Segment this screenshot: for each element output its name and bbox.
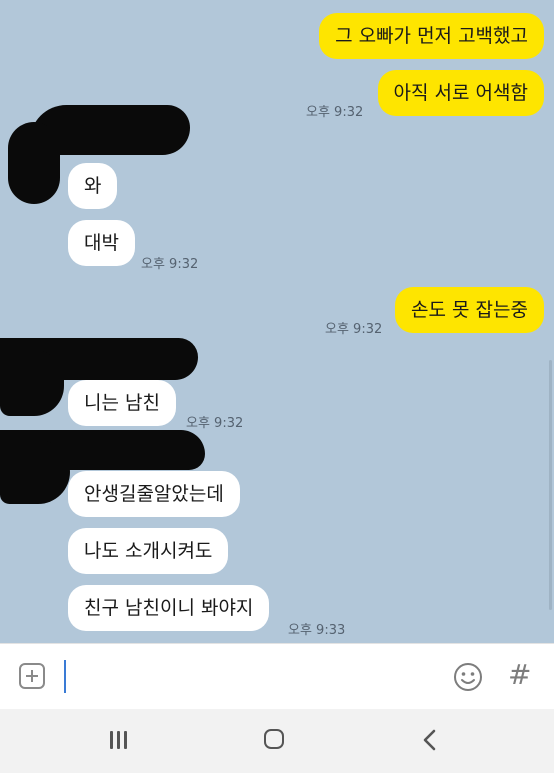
message-time: 오후 9:32 [306,105,364,120]
message-bubble-mine[interactable]: 아직 서로 어색함 [377,70,544,116]
plus-icon[interactable] [19,663,45,689]
back-icon[interactable] [420,728,442,752]
message-bubble-friend[interactable]: 나도 소개시켜도 [68,528,229,574]
text-cursor [64,660,66,693]
message-bubble-friend[interactable]: 니는 남친 [68,380,176,426]
message-bubble-friend[interactable]: 친구 남친이니 봐야지 [68,585,270,631]
message-bubble-friend[interactable]: 와 [68,163,118,209]
message-bubble-friend[interactable]: 대박 [68,220,135,266]
redacted-profile [8,122,60,204]
chat-area[interactable]: 그 오빠가 먼저 고백했고 아직 서로 어색함 오후 9:32 와 대박 오후 … [0,0,554,643]
message-time: 오후 9:32 [325,322,383,337]
message-bubble-mine[interactable]: 그 오빠가 먼저 고백했고 [319,13,544,59]
message-time: 오후 9:32 [186,416,244,431]
android-nav-bar [0,709,554,773]
redacted-profile [0,440,70,504]
message-bubble-friend[interactable]: 안생길줄알았는데 [68,471,240,517]
home-icon[interactable] [264,729,284,749]
emoji-icon[interactable] [453,662,483,692]
message-time: 오후 9:32 [141,257,199,272]
message-bubble-mine[interactable]: 손도 못 잡는중 [395,287,544,333]
hash-icon[interactable]: # [508,658,531,691]
scrollbar[interactable] [549,360,552,610]
message-input[interactable] [60,652,430,702]
recent-apps-icon[interactable] [108,731,130,749]
redacted-profile [0,350,64,416]
message-input-bar: # [0,643,554,710]
message-time: 오후 9:33 [288,623,346,638]
